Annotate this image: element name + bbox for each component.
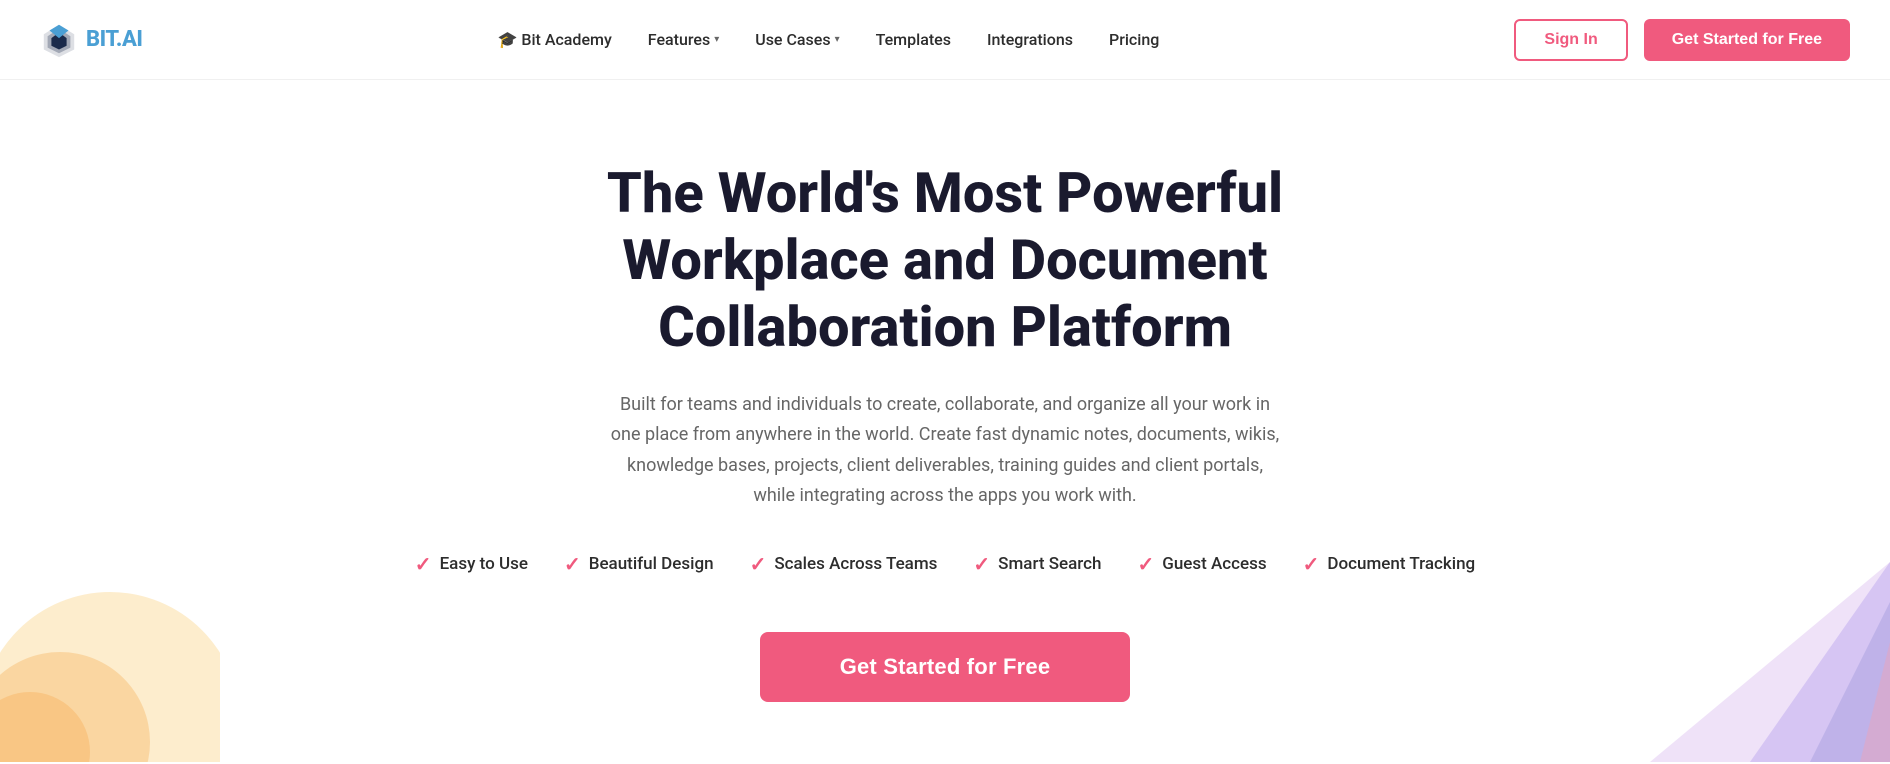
logo[interactable]: BIT.AI [40,21,142,59]
feature-label: Guest Access [1162,554,1266,574]
nav-features[interactable]: Features ▾ [648,30,719,49]
hero-section: The World's Most Powerful Workplace and … [0,80,1890,762]
features-row: ✓ Easy to Use ✓ Beautiful Design ✓ Scales Acr… [415,552,1475,576]
nav-use-cases[interactable]: Use Cases ▾ [755,30,839,49]
check-icon: ✓ [1137,552,1154,576]
logo-text: BIT.AI [86,27,142,52]
feature-label: Easy to Use [440,554,528,574]
get-started-hero-button[interactable]: Get Started for Free [760,632,1131,702]
feature-item: ✓ Document Tracking [1303,552,1476,576]
check-icon: ✓ [415,552,432,576]
check-icon: ✓ [750,552,767,576]
feature-label: Beautiful Design [589,554,714,574]
nav-integrations[interactable]: Integrations [987,30,1073,49]
feature-label: Scales Across Teams [774,554,937,574]
nav-pricing[interactable]: Pricing [1109,30,1159,49]
blob-right [1550,562,1890,762]
feature-item: ✓ Scales Across Teams [750,552,938,576]
check-icon: ✓ [564,552,581,576]
hero-description: Built for teams and individuals to creat… [605,390,1285,512]
features-chevron-icon: ▾ [714,34,719,45]
hero-title: The World's Most Powerful Workplace and … [515,160,1375,362]
blob-left [0,542,220,762]
feature-item: ✓ Beautiful Design [564,552,714,576]
feature-item: ✓ Easy to Use [415,552,528,576]
academy-hat-icon: 🎓 [497,30,517,49]
signin-button[interactable]: Sign In [1514,19,1627,61]
get-started-nav-button[interactable]: Get Started for Free [1644,19,1850,61]
nav-templates[interactable]: Templates [876,30,951,49]
nav-academy[interactable]: 🎓 Bit Academy [497,30,611,49]
check-icon: ✓ [1303,552,1320,576]
use-cases-chevron-icon: ▾ [835,34,840,45]
feature-label: Smart Search [998,554,1101,574]
feature-item: ✓ Guest Access [1137,552,1266,576]
logo-icon [40,21,78,59]
navbar: BIT.AI 🎓 Bit Academy Features ▾ Use Case… [0,0,1890,80]
check-icon: ✓ [973,552,990,576]
nav-links: 🎓 Bit Academy Features ▾ Use Cases ▾ Tem… [497,30,1159,49]
feature-label: Document Tracking [1327,554,1475,574]
feature-item: ✓ Smart Search [973,552,1101,576]
nav-actions: Sign In Get Started for Free [1514,19,1850,61]
